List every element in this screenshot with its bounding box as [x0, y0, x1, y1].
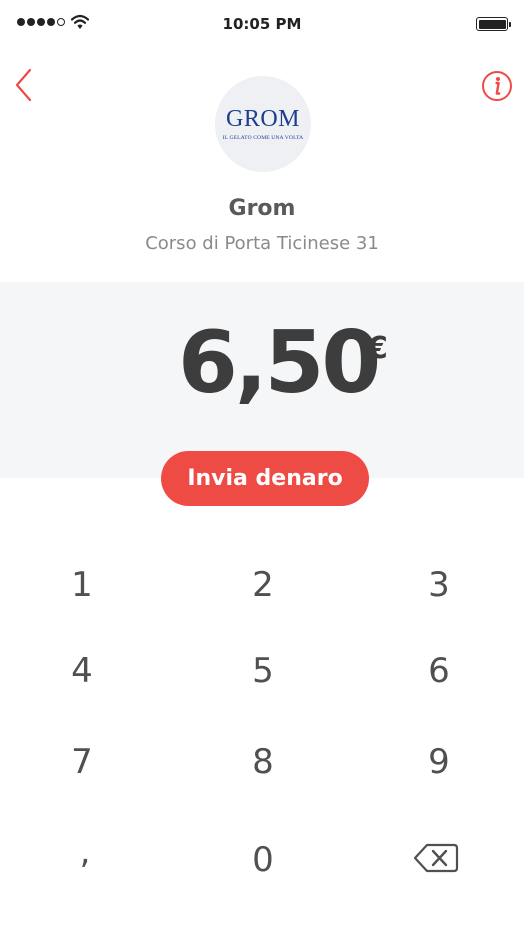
logo-wordmark: GROM [225, 106, 300, 132]
info-button[interactable] [481, 70, 513, 102]
keypad-key-4[interactable]: 4 [27, 641, 137, 701]
merchant-name: Grom [228, 196, 296, 221]
keypad-key-9[interactable]: 9 [384, 732, 494, 792]
keypad-key-0[interactable]: 0 [208, 830, 318, 890]
keypad-key-8[interactable]: 8 [208, 732, 318, 792]
status-bar: 10:05 PM [0, 0, 524, 50]
backspace-button[interactable] [410, 840, 460, 876]
keypad-key-comma[interactable]: , [30, 822, 140, 882]
back-button[interactable] [12, 66, 40, 104]
backspace-icon [413, 843, 459, 873]
keypad-key-5[interactable]: 5 [208, 641, 318, 701]
merchant-address: Corso di Porta Ticinese 31 [145, 233, 379, 254]
amount-display: 6,50 [178, 313, 381, 413]
info-circle-icon [482, 71, 512, 101]
keypad-key-3[interactable]: 3 [384, 555, 494, 615]
keypad-key-2[interactable]: 2 [208, 555, 318, 615]
chevron-left-icon [15, 68, 32, 102]
logo-tagline: IL GELATO COME UNA VOLTA [222, 135, 304, 141]
keypad-key-1[interactable]: 1 [27, 555, 137, 615]
status-time: 10:05 PM [222, 15, 302, 33]
currency-symbol: € [367, 331, 388, 366]
keypad-key-7[interactable]: 7 [27, 732, 137, 792]
merchant-logo: GROM IL GELATO COME UNA VOLTA [215, 76, 311, 172]
keypad-key-6[interactable]: 6 [384, 641, 494, 701]
send-money-button[interactable]: Invia denaro [161, 451, 369, 506]
battery-icon [476, 17, 511, 31]
